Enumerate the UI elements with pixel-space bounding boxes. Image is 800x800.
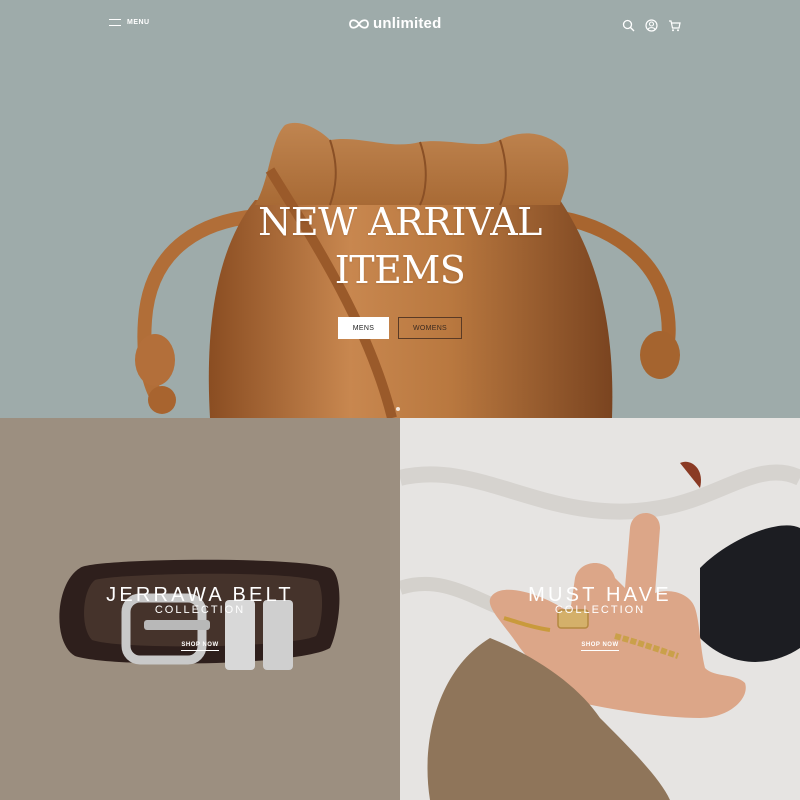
menu-label: MENU <box>127 19 150 26</box>
header-icons <box>622 19 681 32</box>
search-icon[interactable] <box>622 19 635 32</box>
belt-collection-subtitle: COLLECTION <box>154 604 246 616</box>
must-have-collection-subtitle: COLLECTION <box>554 604 646 616</box>
hero-title-line1: NEW ARRIVAL <box>258 200 542 244</box>
hero-title-line2: ITEMS <box>334 248 466 292</box>
account-icon[interactable] <box>645 19 658 32</box>
belt-collection-panel[interactable]: JERRAWA BELT COLLECTION SHOP NOW <box>0 418 400 800</box>
slider-dot[interactable] <box>396 407 400 411</box>
site-logo[interactable]: unlimited <box>348 15 441 32</box>
belt-shop-now-link[interactable]: SHOP NOW <box>0 642 400 651</box>
cart-icon[interactable] <box>668 19 681 32</box>
hero-banner: MENU unlimited NEW ARRIVAL ITEMS MENS WO… <box>0 0 800 418</box>
logo-text: unlimited <box>373 15 442 32</box>
mens-button[interactable]: MENS <box>338 317 389 339</box>
menu-button[interactable]: MENU <box>109 19 150 26</box>
hero-title: NEW ARRIVAL ITEMS <box>0 198 800 294</box>
must-have-shop-now-link[interactable]: SHOP NOW <box>400 642 800 651</box>
hamburger-icon <box>109 19 121 26</box>
infinity-logo-icon <box>349 18 369 29</box>
top-navigation: MENU unlimited <box>0 0 800 52</box>
womens-button[interactable]: WOMENS <box>398 317 462 339</box>
rings-collection-panel[interactable]: MUST HAVE COLLECTION SHOP NOW <box>400 418 800 800</box>
